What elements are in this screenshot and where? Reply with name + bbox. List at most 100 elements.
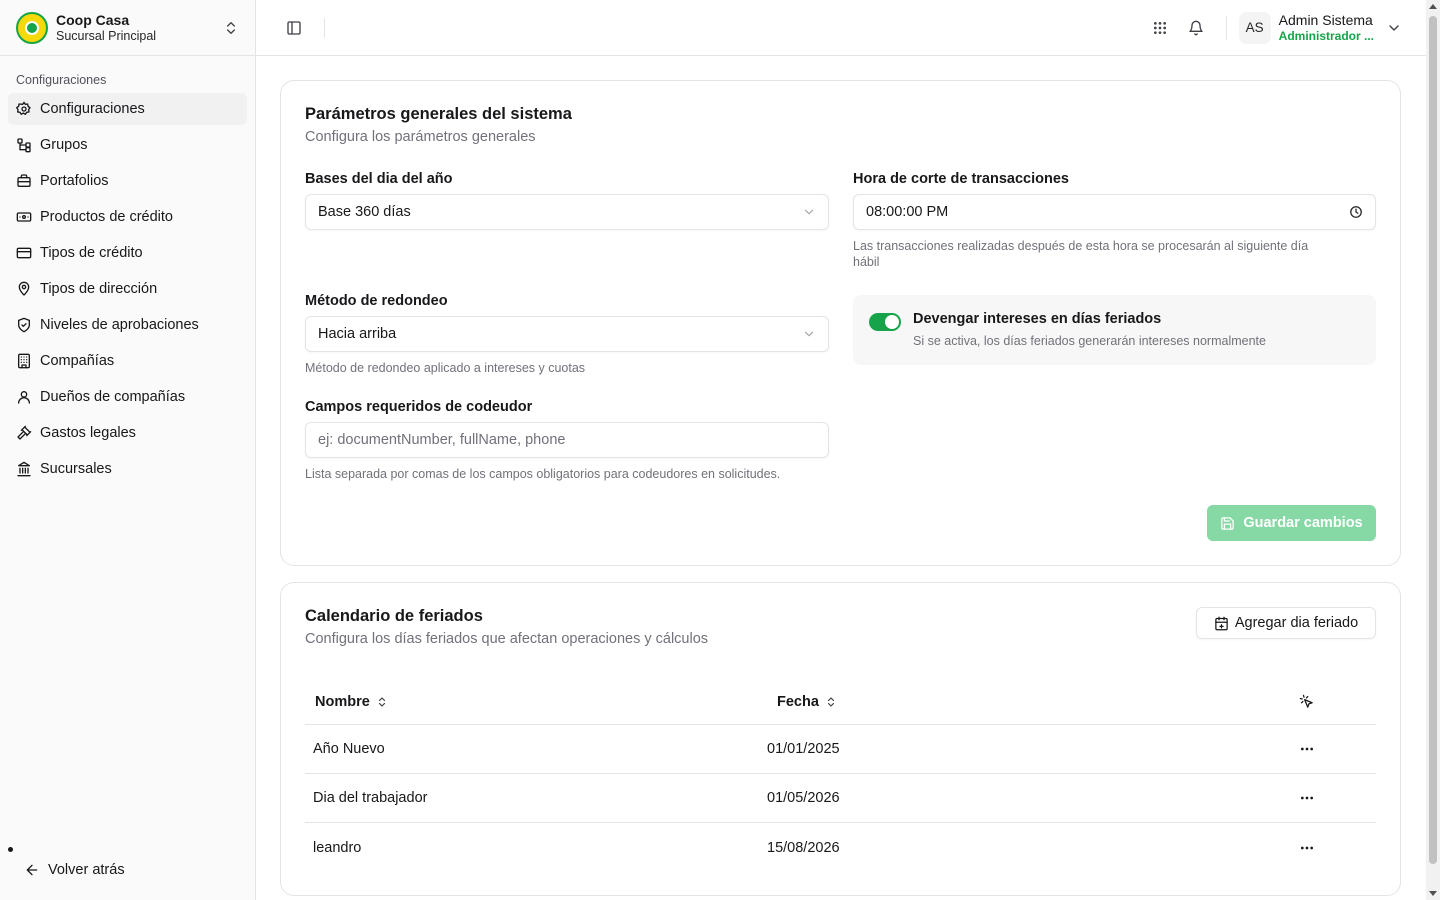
- save-button[interactable]: Guardar cambios: [1207, 505, 1376, 541]
- sidebar-item-label: Grupos: [40, 137, 88, 153]
- banknote-icon: [16, 209, 32, 225]
- sidebar-item-label: Gastos legales: [40, 425, 136, 441]
- sidebar-item-label: Productos de crédito: [40, 209, 173, 225]
- coop-logo: [16, 11, 48, 44]
- card-description: Configura los parámetros generales: [305, 129, 536, 145]
- chevrons-up-down-icon: [227, 21, 235, 34]
- branch-name: Sucursal Principal: [56, 28, 157, 43]
- calendar-plus-icon: [1215, 616, 1228, 630]
- sidebar-item-niveles-de-aprobaciones[interactable]: Niveles de aprobaciones: [8, 309, 247, 341]
- divider: [1225, 15, 1227, 40]
- cutoff-time-value: 08:00:00 PM: [866, 204, 949, 220]
- row-actions-button[interactable]: [1295, 786, 1319, 810]
- accrue-holidays-description: Si se activa, los días feriados generará…: [913, 334, 1266, 348]
- card-title: Parámetros generales del sistema: [305, 105, 572, 123]
- branch-switcher[interactable]: Coop Casa Sucursal Principal: [0, 0, 255, 56]
- day-basis-label: Bases del dia del año: [305, 171, 453, 187]
- table-row[interactable]: Dia del trabajador 01/05/2026: [305, 774, 1376, 823]
- column-header-name: Nombre: [315, 693, 370, 710]
- day-basis-select[interactable]: Base 360 días: [305, 194, 829, 230]
- sidebar-item-label: Configuraciones: [40, 101, 145, 117]
- page-scrollbar[interactable]: [1426, 0, 1440, 900]
- gavel-icon: [16, 425, 32, 441]
- avatar: AS: [1238, 11, 1271, 44]
- sidebar-item-label: Portafolios: [40, 173, 109, 189]
- sidebar-item-gastos-legales[interactable]: Gastos legales: [8, 417, 247, 449]
- gear-icon: [16, 101, 32, 117]
- sidebar-item-duenos-de-companias[interactable]: Dueños de compañías: [8, 381, 247, 413]
- apps-button[interactable]: [1146, 14, 1174, 42]
- sidebar-item-configuraciones[interactable]: Configuraciones: [8, 93, 247, 125]
- holidays-table: Nombre Fecha Año Nuevo 01/01/2025 Dia de…: [305, 679, 1376, 872]
- top-bar: AS Admin Sistema Administrador ...: [256, 0, 1426, 56]
- table-row[interactable]: Año Nuevo 01/01/2025: [305, 725, 1376, 774]
- scroll-up-arrow[interactable]: [1429, 4, 1437, 9]
- shield-check-icon: [16, 317, 32, 333]
- codebtor-fields-input[interactable]: ej: documentNumber, fullName, phone: [305, 422, 829, 458]
- landmark-icon: [16, 461, 32, 477]
- holiday-name: leandro: [313, 839, 362, 856]
- save-icon: [1221, 516, 1235, 530]
- sidebar-item-label: Dueños de compañías: [40, 389, 186, 405]
- row-actions-button[interactable]: [1295, 737, 1319, 761]
- card-title: Calendario de feriados: [305, 607, 483, 625]
- sidebar-item-grupos[interactable]: Grupos: [8, 129, 247, 161]
- codebtor-fields-help: Lista separada por comas de los campos o…: [305, 467, 781, 481]
- holidays-card: Calendario de feriados Configura los día…: [280, 582, 1401, 896]
- map-pin-icon: [16, 281, 32, 297]
- accrue-holidays-title: Devengar intereses en días feriados: [913, 311, 1162, 327]
- accrue-holidays-switch[interactable]: [869, 313, 901, 331]
- clock-icon: [1350, 206, 1362, 218]
- user-menu[interactable]: AS Admin Sistema Administrador ...: [1238, 11, 1402, 44]
- chevrons-up-down-icon: [378, 696, 385, 707]
- sort-by-date[interactable]: Fecha: [767, 694, 1287, 710]
- sidebar-item-companias[interactable]: Compañías: [8, 345, 247, 377]
- back-label: Volver atrás: [48, 862, 125, 878]
- pointer-click-icon: [1299, 694, 1313, 708]
- notifications-button[interactable]: [1182, 14, 1210, 42]
- rounding-select[interactable]: Hacia arriba: [305, 316, 829, 352]
- bell-icon: [1188, 20, 1203, 35]
- sidebar-item-tipos-de-credito[interactable]: Tipos de crédito: [8, 237, 247, 269]
- scroll-down-arrow[interactable]: [1429, 891, 1437, 896]
- add-holiday-label: Agregar dia feriado: [1234, 615, 1359, 631]
- brand-name: Coop Casa: [56, 11, 130, 28]
- table-header: Nombre Fecha: [305, 679, 1376, 725]
- cutoff-help-line-1: Las transacciones realizadas después de …: [853, 239, 1309, 253]
- cutoff-help: Las transacciones realizadas después de …: [853, 238, 1308, 270]
- sidebar-item-sucursales[interactable]: Sucursales: [8, 453, 247, 485]
- sidebar-toggle-button[interactable]: [280, 14, 308, 42]
- cutoff-help-line-2: hábil: [853, 255, 880, 269]
- sidebar-item-productos-de-credito[interactable]: Productos de crédito: [8, 201, 247, 233]
- rounding-label: Método de redondeo: [305, 293, 448, 309]
- save-label: Guardar cambios: [1243, 515, 1363, 531]
- row-actions-button[interactable]: [1295, 836, 1319, 860]
- general-parameters-card: Parámetros generales del sistema Configu…: [280, 80, 1401, 566]
- user-icon: [16, 389, 32, 405]
- sidebar-item-label: Compañías: [40, 353, 115, 369]
- nav-group-label: Configuraciones: [16, 73, 107, 87]
- credit-card-icon: [16, 245, 32, 261]
- back-button[interactable]: Volver atrás: [16, 854, 256, 886]
- sidebar-item-label: Tipos de dirección: [40, 281, 158, 297]
- cutoff-time-input[interactable]: 08:00:00 PM: [853, 194, 1376, 230]
- accrue-holidays-setting: Devengar intereses en días feriados Si s…: [853, 295, 1376, 365]
- holiday-name: Año Nuevo: [313, 741, 385, 757]
- chevron-down-icon: [1389, 24, 1399, 31]
- switch-knob: [885, 315, 899, 329]
- sidebar-item-tipos-de-direccion[interactable]: Tipos de dirección: [8, 273, 247, 305]
- card-description: Configura los días feriados que afectan …: [305, 631, 709, 647]
- holiday-date: 01/01/2025: [767, 741, 840, 757]
- main-content: Parámetros generales del sistema Configu…: [256, 56, 1426, 900]
- status-dot: [8, 847, 13, 852]
- briefcase-icon: [16, 173, 32, 189]
- user-role: Administrador ...: [1278, 28, 1374, 43]
- chevron-down-icon: [804, 209, 814, 215]
- sort-by-name[interactable]: Nombre: [305, 694, 767, 710]
- sidebar-item-label: Niveles de aprobaciones: [40, 317, 199, 333]
- scroll-thumb[interactable]: [1429, 16, 1437, 864]
- table-row[interactable]: leandro 15/08/2026: [305, 823, 1376, 872]
- sidebar: Coop Casa Sucursal Principal Configuraci…: [0, 0, 256, 900]
- add-holiday-button[interactable]: Agregar dia feriado: [1196, 607, 1376, 639]
- sidebar-item-portafolios[interactable]: Portafolios: [8, 165, 247, 197]
